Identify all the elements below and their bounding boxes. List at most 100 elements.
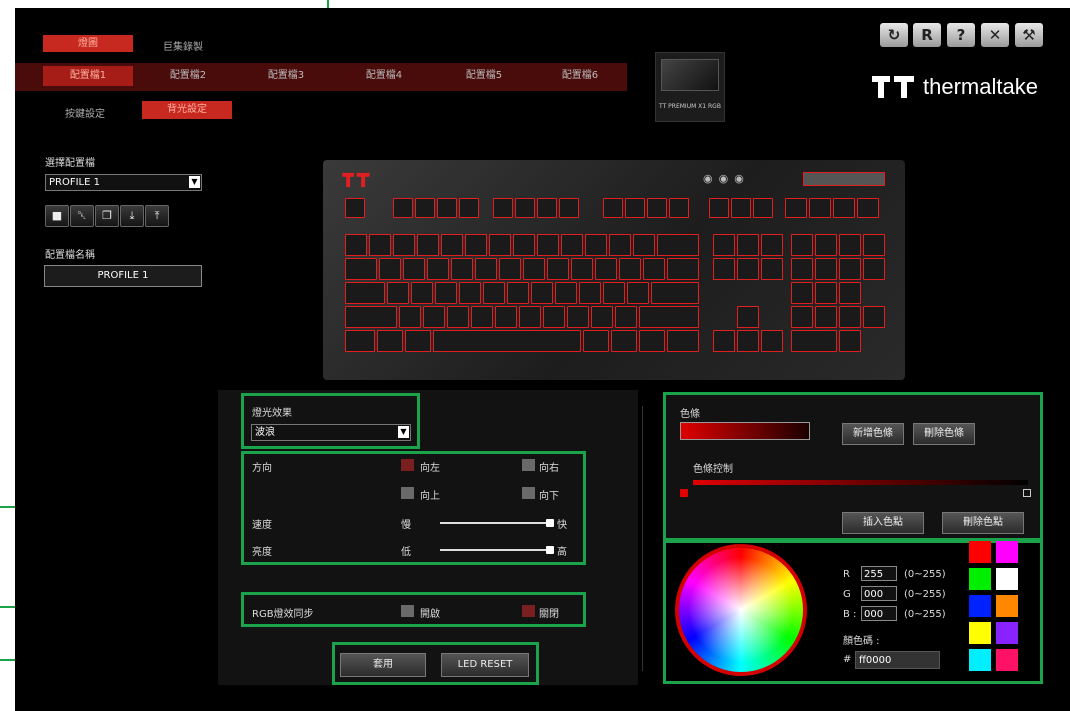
swatch-cyan[interactable] [969, 649, 991, 671]
speed-slider-knob[interactable] [546, 519, 554, 527]
swatch-pink[interactable] [996, 649, 1018, 671]
keyboard-key[interactable] [471, 306, 493, 328]
keyboard-key[interactable] [791, 282, 813, 304]
keyboard-key[interactable] [399, 306, 421, 328]
settings-icon[interactable]: ⚒ [1015, 23, 1043, 47]
keyboard-key[interactable] [513, 234, 535, 256]
subtab-backlight[interactable]: 背光設定 [142, 101, 232, 119]
copy-icon[interactable]: ❐ [95, 205, 119, 227]
keyboard-key[interactable] [625, 198, 645, 218]
swatch-magenta[interactable] [996, 541, 1018, 563]
keyboard-key[interactable] [559, 198, 579, 218]
swatch-white[interactable] [996, 568, 1018, 590]
keyboard-key[interactable] [495, 306, 517, 328]
brightness-slider-knob[interactable] [546, 546, 554, 554]
keyboard-key[interactable] [815, 306, 837, 328]
keyboard-key[interactable] [863, 306, 885, 328]
keyboard-key[interactable] [555, 282, 577, 304]
keyboard-key[interactable] [713, 234, 735, 256]
keyboard-key[interactable] [791, 306, 813, 328]
rgb-on-checkbox[interactable] [401, 605, 414, 617]
keyboard-key[interactable] [561, 234, 583, 256]
keyboard-key[interactable] [815, 282, 837, 304]
keyboard-key[interactable] [379, 258, 401, 280]
dir-right-checkbox[interactable] [522, 459, 535, 471]
profile-select[interactable]: PROFILE 1 ▼ [45, 174, 202, 191]
keyboard-key[interactable] [459, 282, 481, 304]
insert-point-button[interactable]: 插入色點 [842, 512, 924, 534]
close-icon[interactable]: ✕ [981, 23, 1009, 47]
keyboard-key[interactable] [369, 234, 391, 256]
keyboard-key[interactable] [615, 306, 637, 328]
rgb-off-checkbox[interactable] [522, 605, 535, 617]
keyboard-key[interactable] [713, 258, 735, 280]
keyboard-key[interactable] [547, 258, 569, 280]
keyboard-key[interactable] [761, 234, 783, 256]
help-icon[interactable]: ? [947, 23, 975, 47]
delete-point-button[interactable]: 刪除色點 [942, 512, 1024, 534]
keyboard-key[interactable] [345, 282, 385, 304]
keyboard-key[interactable] [387, 282, 409, 304]
menu-macro[interactable]: 巨集錄製 [163, 38, 203, 53]
keyboard-key[interactable] [809, 198, 831, 218]
subtab-key-settings[interactable]: 按鍵設定 [65, 105, 105, 120]
keyboard-key[interactable] [571, 258, 593, 280]
keyboard-key[interactable] [345, 234, 367, 256]
keyboard-key[interactable] [465, 234, 487, 256]
g-input[interactable]: 000 [861, 586, 897, 601]
keyboard-key[interactable] [815, 258, 837, 280]
apply-button[interactable]: 套用 [340, 653, 426, 677]
keyboard-key[interactable] [531, 282, 553, 304]
keyboard-key[interactable] [451, 258, 473, 280]
dir-left-checkbox[interactable] [401, 459, 414, 471]
import-icon[interactable]: ⤓ [120, 205, 144, 227]
keyboard-key[interactable] [507, 282, 529, 304]
keyboard-key[interactable] [737, 306, 759, 328]
dir-up-checkbox[interactable] [401, 487, 414, 499]
keyboard-key[interactable] [669, 198, 689, 218]
tab-profile-4[interactable]: 配置檔4 [339, 66, 429, 86]
keyboard-key[interactable] [543, 306, 565, 328]
color-wheel[interactable] [675, 544, 807, 676]
keyboard-key[interactable] [785, 198, 807, 218]
keyboard-key[interactable] [591, 306, 613, 328]
keyboard-key[interactable] [863, 234, 885, 256]
keyboard-key[interactable] [639, 306, 699, 328]
refresh-icon[interactable]: ↻ [880, 23, 908, 47]
keyboard-key[interactable] [639, 330, 665, 352]
swatch-yellow[interactable] [969, 622, 991, 644]
keyboard-key[interactable] [737, 330, 759, 352]
tab-profile-3[interactable]: 配置檔3 [241, 66, 331, 86]
keyboard-key[interactable] [839, 282, 861, 304]
keyboard-key[interactable] [667, 330, 699, 352]
keyboard-key[interactable] [411, 282, 433, 304]
swatch-red[interactable] [969, 541, 991, 563]
keyboard-key[interactable] [647, 198, 667, 218]
keyboard-key[interactable] [791, 330, 837, 352]
keyboard-key[interactable] [405, 330, 431, 352]
keyboard-key[interactable] [633, 234, 655, 256]
keyboard-key[interactable] [345, 306, 397, 328]
keyboard-key[interactable] [643, 258, 665, 280]
tab-profile-1[interactable]: 配置檔1 [43, 66, 133, 86]
keyboard-key[interactable] [791, 234, 813, 256]
keyboard-key[interactable] [609, 234, 631, 256]
keyboard-key[interactable] [447, 306, 469, 328]
keyboard-key[interactable] [815, 234, 837, 256]
keyboard-key[interactable] [839, 306, 861, 328]
r-input[interactable]: 255 [861, 566, 897, 581]
color-point-end[interactable] [1023, 489, 1031, 497]
keyboard-key[interactable] [537, 198, 557, 218]
color-point-start[interactable] [680, 489, 688, 497]
keyboard-key[interactable] [493, 198, 513, 218]
keyboard-key[interactable] [475, 258, 497, 280]
keyboard-key[interactable] [523, 258, 545, 280]
keyboard-key[interactable] [519, 306, 541, 328]
color-code-input[interactable]: ff0000 [855, 651, 940, 669]
r-icon[interactable]: R [913, 23, 941, 47]
keyboard-key[interactable] [627, 282, 649, 304]
keyboard-key[interactable] [857, 198, 879, 218]
keyboard-key[interactable] [833, 198, 855, 218]
effect-select[interactable]: 波浪 ▼ [251, 424, 411, 441]
keyboard-key[interactable] [667, 258, 699, 280]
